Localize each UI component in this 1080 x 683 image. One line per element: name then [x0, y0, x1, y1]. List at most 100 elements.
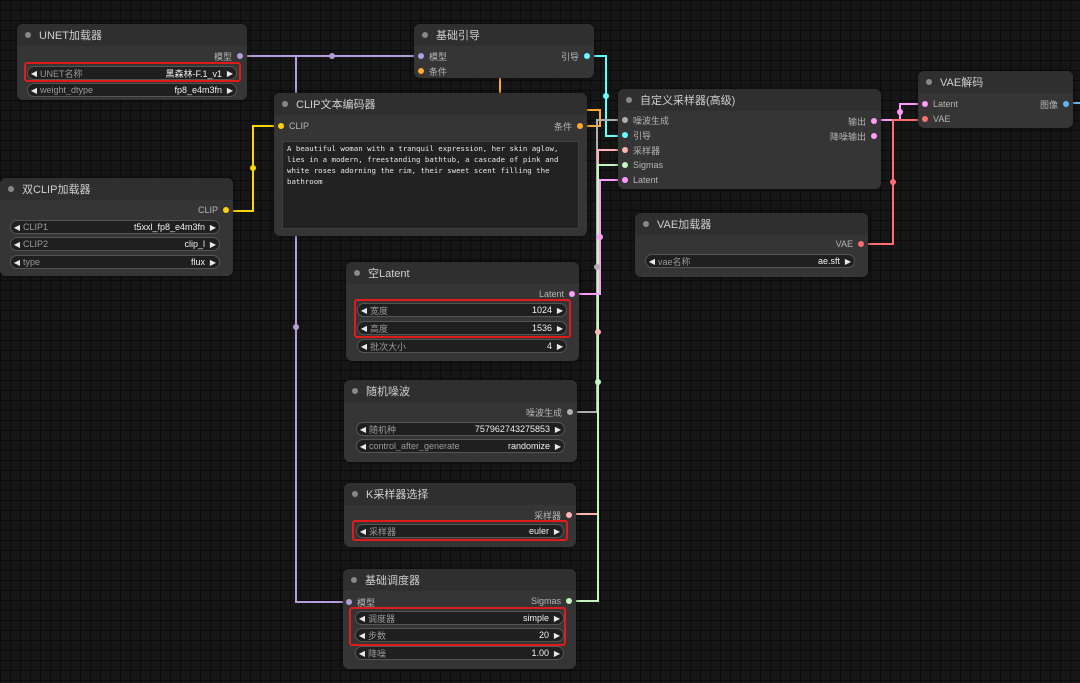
- collapse-dot-icon[interactable]: [352, 491, 358, 497]
- node-vae-decode[interactable]: VAE解码 Latent VAE 图像: [918, 71, 1073, 128]
- left-arrow-icon[interactable]: ◀: [356, 631, 368, 640]
- right-arrow-icon[interactable]: ▶: [207, 258, 219, 267]
- output-slot-noise[interactable]: 噪波生成: [526, 405, 573, 419]
- right-arrow-icon[interactable]: ▶: [207, 223, 219, 232]
- collapse-dot-icon[interactable]: [282, 101, 288, 107]
- left-arrow-icon[interactable]: ◀: [358, 342, 370, 351]
- slot-pin-icon[interactable]: [566, 598, 572, 604]
- output-slot-denoised[interactable]: 降噪输出: [830, 129, 877, 143]
- slot-pin-icon[interactable]: [567, 409, 573, 415]
- node-header[interactable]: UNET加载器: [17, 24, 247, 46]
- sampler-name-combo[interactable]: ◀ 采样器 euler ▶: [356, 524, 564, 538]
- unet-name-combo[interactable]: ◀ UNET名称 黑森林-F.1_v1 ▶: [27, 66, 237, 80]
- output-slot-image[interactable]: 图像: [1040, 97, 1069, 111]
- left-arrow-icon[interactable]: ◀: [11, 240, 23, 249]
- node-basic-scheduler[interactable]: 基础调度器 模型 Sigmas ◀ 调度器 simple ▶ ◀ 步数 20 ▶ ◀ 降噪 1.…: [343, 569, 576, 669]
- output-slot-guider[interactable]: 引导: [561, 49, 590, 63]
- output-slot-latent[interactable]: Latent: [539, 287, 575, 301]
- node-clip-text-encoder[interactable]: CLIP文本编码器 CLIP 条件 A beautiful woman with…: [274, 93, 587, 236]
- slot-pin-icon[interactable]: [622, 147, 628, 153]
- left-arrow-icon[interactable]: ◀: [357, 527, 369, 536]
- slot-pin-icon[interactable]: [1063, 101, 1069, 107]
- node-header[interactable]: K采样器选择: [344, 483, 576, 505]
- output-slot-vae[interactable]: VAE: [836, 237, 864, 251]
- vae-name-combo[interactable]: ◀ vae名称 ae.sft ▶: [645, 254, 855, 268]
- input-slot-clip[interactable]: CLIP: [278, 119, 309, 133]
- right-arrow-icon[interactable]: ▶: [207, 240, 219, 249]
- left-arrow-icon[interactable]: ◀: [11, 223, 23, 232]
- output-slot-conditioning[interactable]: 条件: [554, 119, 583, 133]
- node-custom-sampler-advanced[interactable]: 自定义采样器(高级) 噪波生成 引导 采样器 Sigmas Latent 输出 …: [618, 89, 881, 189]
- scheduler-combo[interactable]: ◀ 调度器 simple ▶: [355, 611, 564, 625]
- right-arrow-icon[interactable]: ▶: [551, 527, 563, 536]
- right-arrow-icon[interactable]: ▶: [554, 324, 566, 333]
- node-empty-latent[interactable]: 空Latent Latent ◀ 宽度 1024 ▶ ◀ 高度 1536 ▶ ◀ 批次大小 4 ▶: [346, 262, 579, 361]
- seed-number-widget[interactable]: ◀ 随机种 757962743275853 ▶: [356, 422, 565, 436]
- collapse-dot-icon[interactable]: [422, 32, 428, 38]
- output-slot-model[interactable]: 模型: [214, 49, 243, 63]
- input-slot-vae[interactable]: VAE: [922, 112, 950, 126]
- right-arrow-icon[interactable]: ▶: [554, 306, 566, 315]
- slot-pin-icon[interactable]: [223, 207, 229, 213]
- output-slot-output[interactable]: 输出: [848, 114, 877, 128]
- control-after-generate-combo[interactable]: ◀ control_after_generate randomize ▶: [356, 439, 565, 453]
- right-arrow-icon[interactable]: ▶: [552, 442, 564, 451]
- node-header[interactable]: 空Latent: [346, 262, 579, 284]
- width-number-widget[interactable]: ◀ 宽度 1024 ▶: [357, 303, 567, 317]
- input-slot-conditioning[interactable]: 条件: [418, 64, 447, 78]
- output-slot-clip[interactable]: CLIP: [198, 203, 229, 217]
- node-header[interactable]: 自定义采样器(高级): [618, 89, 881, 111]
- right-arrow-icon[interactable]: ▶: [552, 425, 564, 434]
- slot-pin-icon[interactable]: [622, 162, 628, 168]
- collapse-dot-icon[interactable]: [354, 270, 360, 276]
- input-slot-model[interactable]: 模型: [418, 49, 447, 63]
- collapse-dot-icon[interactable]: [926, 79, 932, 85]
- right-arrow-icon[interactable]: ▶: [842, 257, 854, 266]
- left-arrow-icon[interactable]: ◀: [646, 257, 658, 266]
- node-header[interactable]: 双CLIP加载器: [0, 178, 233, 200]
- right-arrow-icon[interactable]: ▶: [224, 86, 236, 95]
- input-slot-noise[interactable]: 噪波生成: [622, 113, 669, 127]
- node-header[interactable]: 基础调度器: [343, 569, 576, 591]
- collapse-dot-icon[interactable]: [352, 388, 358, 394]
- left-arrow-icon[interactable]: ◀: [28, 86, 40, 95]
- right-arrow-icon[interactable]: ▶: [551, 614, 563, 623]
- denoise-number-widget[interactable]: ◀ 降噪 1.00 ▶: [355, 646, 564, 660]
- clip1-combo[interactable]: ◀ CLIP1 t5xxl_fp8_e4m3fn ▶: [10, 220, 220, 234]
- left-arrow-icon[interactable]: ◀: [358, 324, 370, 333]
- collapse-dot-icon[interactable]: [351, 577, 357, 583]
- steps-number-widget[interactable]: ◀ 步数 20 ▶: [355, 628, 564, 642]
- left-arrow-icon[interactable]: ◀: [356, 614, 368, 623]
- left-arrow-icon[interactable]: ◀: [356, 649, 368, 658]
- slot-pin-icon[interactable]: [922, 116, 928, 122]
- node-unet-loader[interactable]: UNET加载器 模型 ◀ UNET名称 黑森林-F.1_v1 ▶ ◀ weight_dt…: [17, 24, 247, 100]
- collapse-dot-icon[interactable]: [643, 221, 649, 227]
- slot-pin-icon[interactable]: [871, 133, 877, 139]
- collapse-dot-icon[interactable]: [626, 97, 632, 103]
- slot-pin-icon[interactable]: [622, 177, 628, 183]
- slot-pin-icon[interactable]: [577, 123, 583, 129]
- slot-pin-icon[interactable]: [622, 117, 628, 123]
- clip2-combo[interactable]: ◀ CLIP2 clip_l ▶: [10, 237, 220, 251]
- slot-pin-icon[interactable]: [418, 68, 424, 74]
- input-slot-latent[interactable]: Latent: [922, 97, 958, 111]
- batch-size-number-widget[interactable]: ◀ 批次大小 4 ▶: [357, 339, 567, 353]
- collapse-dot-icon[interactable]: [25, 32, 31, 38]
- slot-pin-icon[interactable]: [922, 101, 928, 107]
- collapse-dot-icon[interactable]: [8, 186, 14, 192]
- node-basic-guider[interactable]: 基础引导 模型 条件 引导: [414, 24, 594, 78]
- right-arrow-icon[interactable]: ▶: [224, 69, 236, 78]
- slot-pin-icon[interactable]: [346, 599, 352, 605]
- left-arrow-icon[interactable]: ◀: [357, 442, 369, 451]
- slot-pin-icon[interactable]: [584, 53, 590, 59]
- input-slot-model[interactable]: 模型: [346, 595, 375, 609]
- input-slot-sigmas[interactable]: Sigmas: [622, 158, 663, 172]
- node-header[interactable]: VAE加载器: [635, 213, 868, 235]
- weight-dtype-combo[interactable]: ◀ weight_dtype fp8_e4m3fn ▶: [27, 83, 237, 97]
- slot-pin-icon[interactable]: [237, 53, 243, 59]
- slot-pin-icon[interactable]: [418, 53, 424, 59]
- right-arrow-icon[interactable]: ▶: [551, 631, 563, 640]
- slot-pin-icon[interactable]: [566, 512, 572, 518]
- slot-pin-icon[interactable]: [622, 132, 628, 138]
- output-slot-sampler[interactable]: 采样器: [534, 508, 572, 522]
